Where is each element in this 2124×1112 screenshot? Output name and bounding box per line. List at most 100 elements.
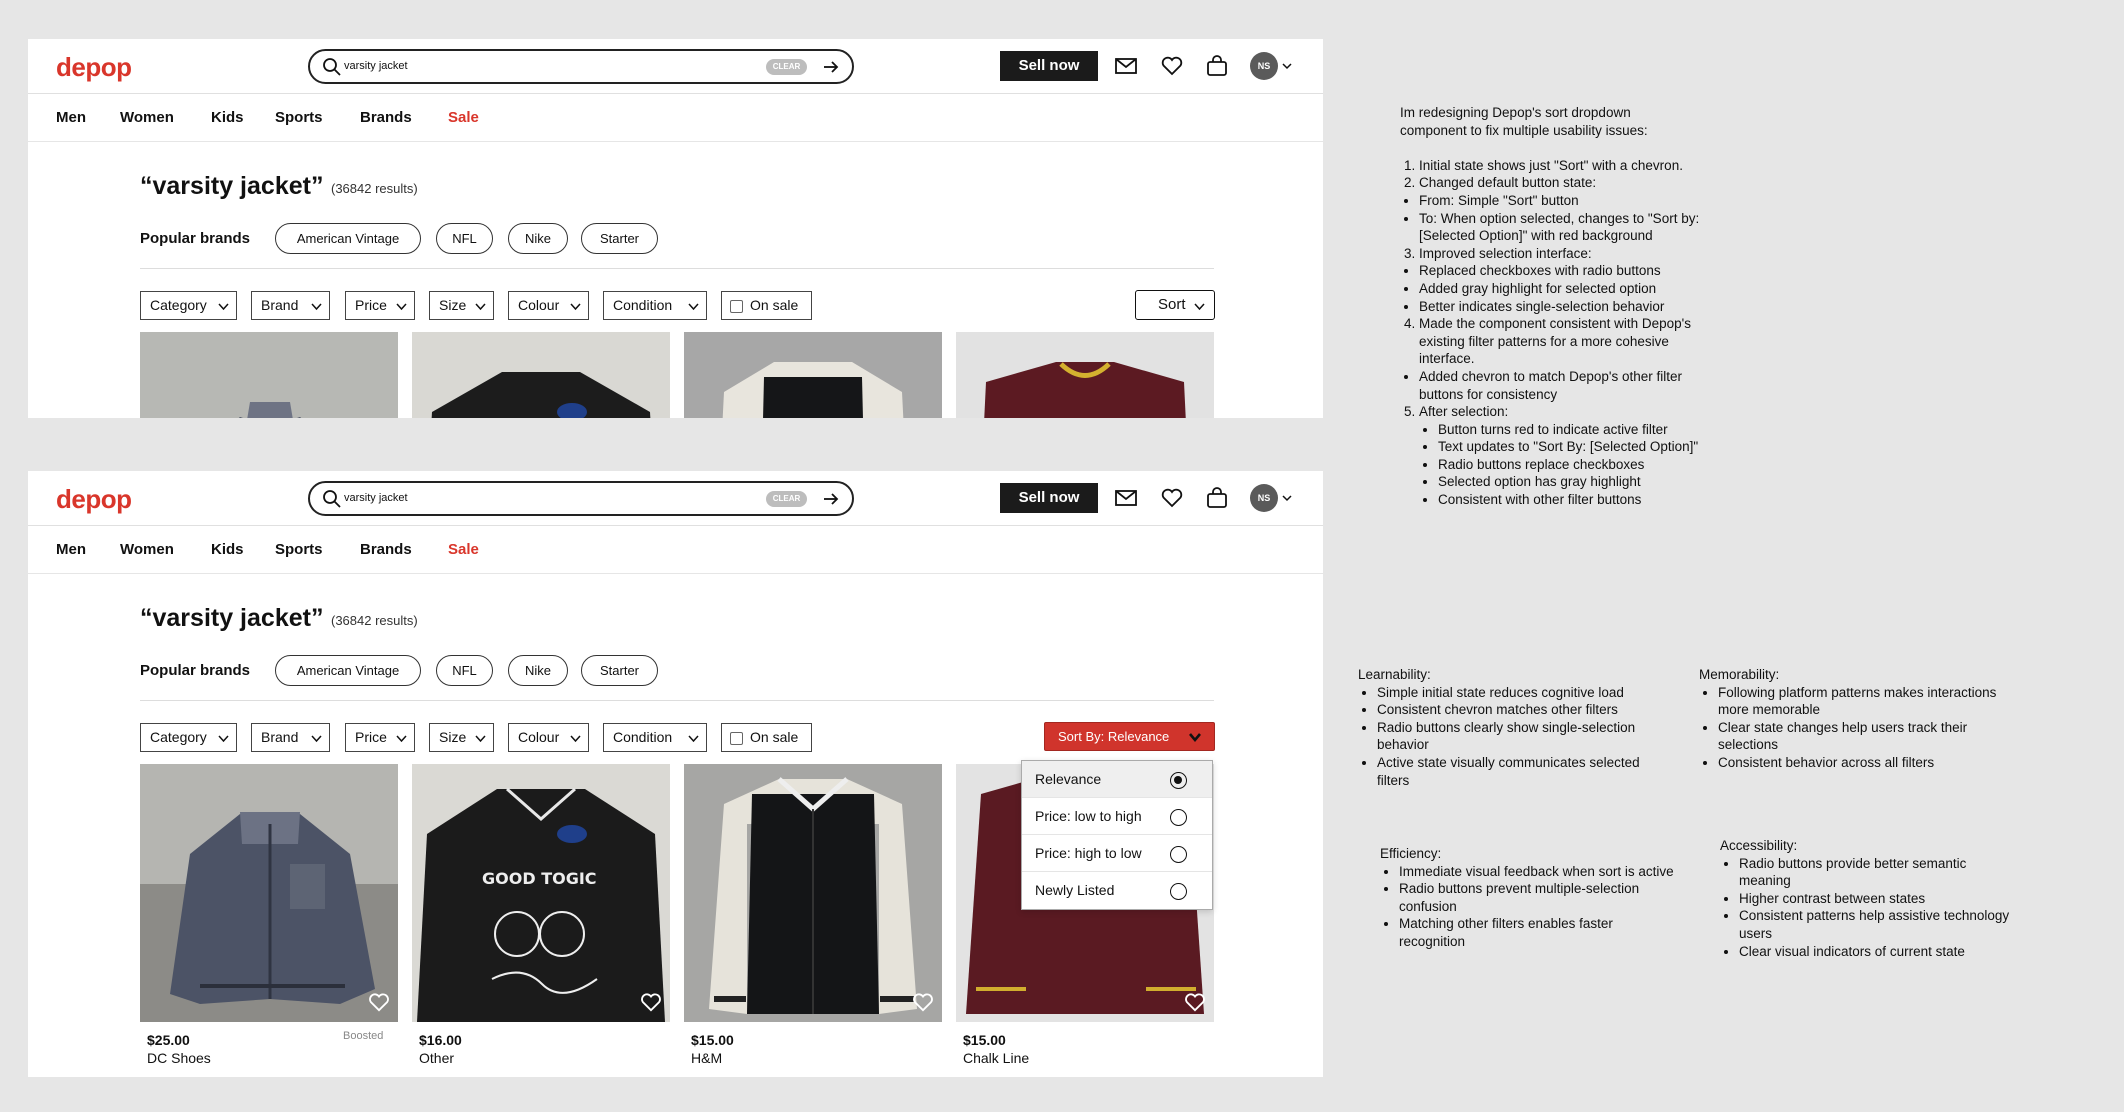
clear-search-button[interactable]: CLEAR	[766, 491, 807, 507]
sort-option-price-low-high[interactable]: Price: low to high	[1022, 798, 1212, 835]
filter-colour[interactable]: Colour	[508, 291, 589, 320]
filter-label: Colour	[518, 297, 560, 313]
nav-sports[interactable]: Sports	[275, 541, 323, 558]
bag-icon[interactable]	[1205, 54, 1229, 78]
filter-condition[interactable]: Condition	[603, 723, 707, 752]
brand-chip-starter[interactable]: Starter	[581, 655, 658, 686]
heart-icon[interactable]	[640, 992, 662, 1012]
note-bullet: Button turns red to indicate active filt…	[1438, 421, 1700, 439]
heart-icon[interactable]	[368, 992, 390, 1012]
radio-unselected[interactable]	[1170, 883, 1187, 900]
brand-chip-american-vintage[interactable]: American Vintage	[275, 655, 421, 686]
chevron-down-icon[interactable]	[1281, 492, 1293, 504]
filter-brand[interactable]: Brand	[251, 723, 330, 752]
nav-sale[interactable]: Sale	[448, 109, 479, 126]
filter-colour[interactable]: Colour	[508, 723, 589, 752]
sell-now-button[interactable]: Sell now	[1000, 51, 1098, 81]
filter-category[interactable]: Category	[140, 723, 237, 752]
sort-button-default[interactable]: Sort	[1135, 290, 1215, 320]
arrow-right-icon[interactable]	[820, 488, 842, 510]
note-bullet: Radio buttons prevent multiple-selection…	[1399, 880, 1680, 915]
filter-condition[interactable]: Condition	[603, 291, 707, 320]
heart-icon[interactable]	[912, 992, 934, 1012]
sort-option-relevance[interactable]: Relevance	[1022, 761, 1212, 798]
search-bar[interactable]: varsity jacket CLEAR	[308, 481, 854, 516]
search-input[interactable]: varsity jacket	[344, 60, 408, 72]
depop-logo[interactable]: depop	[56, 484, 132, 515]
chevron-down-icon	[688, 303, 699, 311]
results-count: (36842 results)	[331, 613, 418, 628]
depop-logo[interactable]: depop	[56, 52, 132, 83]
divider	[140, 700, 1214, 701]
filter-on-sale[interactable]: On sale	[721, 291, 812, 320]
sell-now-button[interactable]: Sell now	[1000, 483, 1098, 513]
mail-icon[interactable]	[1114, 54, 1138, 78]
nav-women[interactable]: Women	[120, 109, 174, 126]
note-step-4: Made the component consistent with Depop…	[1419, 315, 1700, 368]
radio-unselected[interactable]	[1170, 809, 1187, 826]
heart-icon[interactable]	[1160, 54, 1184, 78]
radio-unselected[interactable]	[1170, 846, 1187, 863]
heart-icon[interactable]	[1160, 486, 1184, 510]
product-image[interactable]	[684, 332, 942, 418]
nav-kids[interactable]: Kids	[211, 109, 244, 126]
chevron-down-icon[interactable]	[1281, 60, 1293, 72]
product-card-image[interactable]	[684, 764, 942, 1022]
learnability-title: Learnability:	[1358, 667, 1431, 682]
brand-chip-nfl[interactable]: NFL	[436, 223, 493, 254]
nav-sports[interactable]: Sports	[275, 109, 323, 126]
brand-chip-starter[interactable]: Starter	[581, 223, 658, 254]
filter-label: Size	[439, 297, 467, 313]
product-image[interactable]	[956, 332, 1214, 418]
filter-on-sale[interactable]: On sale	[721, 723, 812, 752]
on-sale-checkbox[interactable]	[730, 732, 743, 745]
search-input[interactable]: varsity jacket	[344, 492, 408, 504]
arrow-right-icon[interactable]	[820, 56, 842, 78]
product-image[interactable]	[140, 332, 398, 418]
avatar[interactable]: NS	[1250, 484, 1278, 512]
filter-brand[interactable]: Brand	[251, 291, 330, 320]
filter-label: Category	[150, 297, 207, 313]
category-nav: Men Women Kids Sports Brands Sale	[28, 526, 1323, 574]
radio-selected[interactable]	[1170, 772, 1187, 789]
filter-size[interactable]: Size	[429, 723, 494, 752]
brand-chip-nfl[interactable]: NFL	[436, 655, 493, 686]
product-image[interactable]	[412, 332, 670, 418]
note-bullet: Clear visual indicators of current state	[1739, 943, 2020, 961]
nav-brands[interactable]: Brands	[360, 109, 412, 126]
search-bar[interactable]: varsity jacket CLEAR	[308, 49, 854, 84]
brand-chip-american-vintage[interactable]: American Vintage	[275, 223, 421, 254]
category-nav: Men Women Kids Sports Brands Sale	[28, 94, 1323, 142]
nav-brands[interactable]: Brands	[360, 541, 412, 558]
filter-price[interactable]: Price	[345, 723, 415, 752]
chevron-down-icon	[570, 303, 581, 311]
clear-search-button[interactable]: CLEAR	[766, 59, 807, 75]
on-sale-checkbox[interactable]	[730, 300, 743, 313]
avatar[interactable]: NS	[1250, 52, 1278, 80]
product-card-image[interactable]	[140, 764, 398, 1022]
chevron-down-icon	[311, 303, 322, 311]
filter-price[interactable]: Price	[345, 291, 415, 320]
product-card-image[interactable]: GOOD TOGIC	[412, 764, 670, 1022]
sort-button-active[interactable]: Sort By: Relevance	[1044, 722, 1215, 751]
search-icon	[323, 490, 341, 508]
nav-men[interactable]: Men	[56, 109, 86, 126]
sort-option-price-high-low[interactable]: Price: high to low	[1022, 835, 1212, 872]
filter-size[interactable]: Size	[429, 291, 494, 320]
page-title: “varsity jacket”	[140, 172, 324, 200]
nav-kids[interactable]: Kids	[211, 541, 244, 558]
filter-category[interactable]: Category	[140, 291, 237, 320]
note-bullet: Selected option has gray highlight	[1438, 473, 1700, 491]
nav-men[interactable]: Men	[56, 541, 86, 558]
product-price: $15.00	[691, 1032, 734, 1048]
note-bullet: Clear state changes help users track the…	[1718, 719, 1999, 754]
sort-option-newly-listed[interactable]: Newly Listed	[1022, 872, 1212, 909]
nav-sale[interactable]: Sale	[448, 541, 479, 558]
nav-women[interactable]: Women	[120, 541, 174, 558]
bag-icon[interactable]	[1205, 486, 1229, 510]
brand-chip-nike[interactable]: Nike	[508, 655, 568, 686]
brand-chip-nike[interactable]: Nike	[508, 223, 568, 254]
on-sale-label: On sale	[750, 729, 799, 745]
mail-icon[interactable]	[1114, 486, 1138, 510]
heart-icon[interactable]	[1184, 992, 1206, 1012]
